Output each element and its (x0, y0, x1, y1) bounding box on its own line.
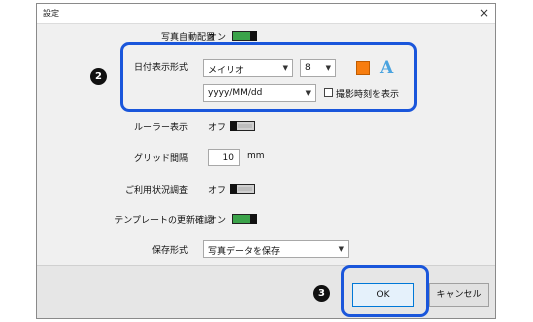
close-icon[interactable]: × (479, 6, 489, 20)
ruler-label: ルーラー表示 (133, 123, 188, 133)
ruler-toggle[interactable] (230, 121, 255, 131)
save-format-label: 保存形式 (151, 246, 188, 256)
save-format-value: 写真データを保存 (208, 247, 281, 257)
usage-state: オフ (208, 186, 227, 196)
grid-input[interactable]: 10 (208, 149, 240, 166)
save-format-select[interactable]: 写真データを保存 ▼ (203, 240, 349, 258)
callout-badge-2: 2 (90, 68, 107, 85)
grid-value: 10 (222, 153, 234, 163)
title-bar: 設定 × (37, 4, 495, 24)
date-format-highlight (120, 42, 417, 112)
ok-highlight (341, 265, 429, 317)
template-update-label: テンプレートの更新確認 (114, 216, 213, 226)
dialog-title: 設定 (43, 9, 59, 18)
usage-label: ご利用状況調査 (124, 186, 188, 196)
auto-layout-toggle[interactable] (232, 31, 257, 41)
grid-label: グリッド間隔 (133, 154, 188, 164)
template-update-toggle[interactable] (232, 214, 257, 224)
ruler-state: オフ (208, 123, 227, 133)
template-update-state: オン (208, 216, 227, 226)
grid-unit: mm (247, 151, 265, 161)
callout-badge-3: 3 (313, 285, 330, 302)
usage-toggle[interactable] (230, 184, 255, 194)
chevron-down-icon: ▼ (338, 245, 344, 253)
cancel-button[interactable]: キャンセル (429, 283, 489, 307)
